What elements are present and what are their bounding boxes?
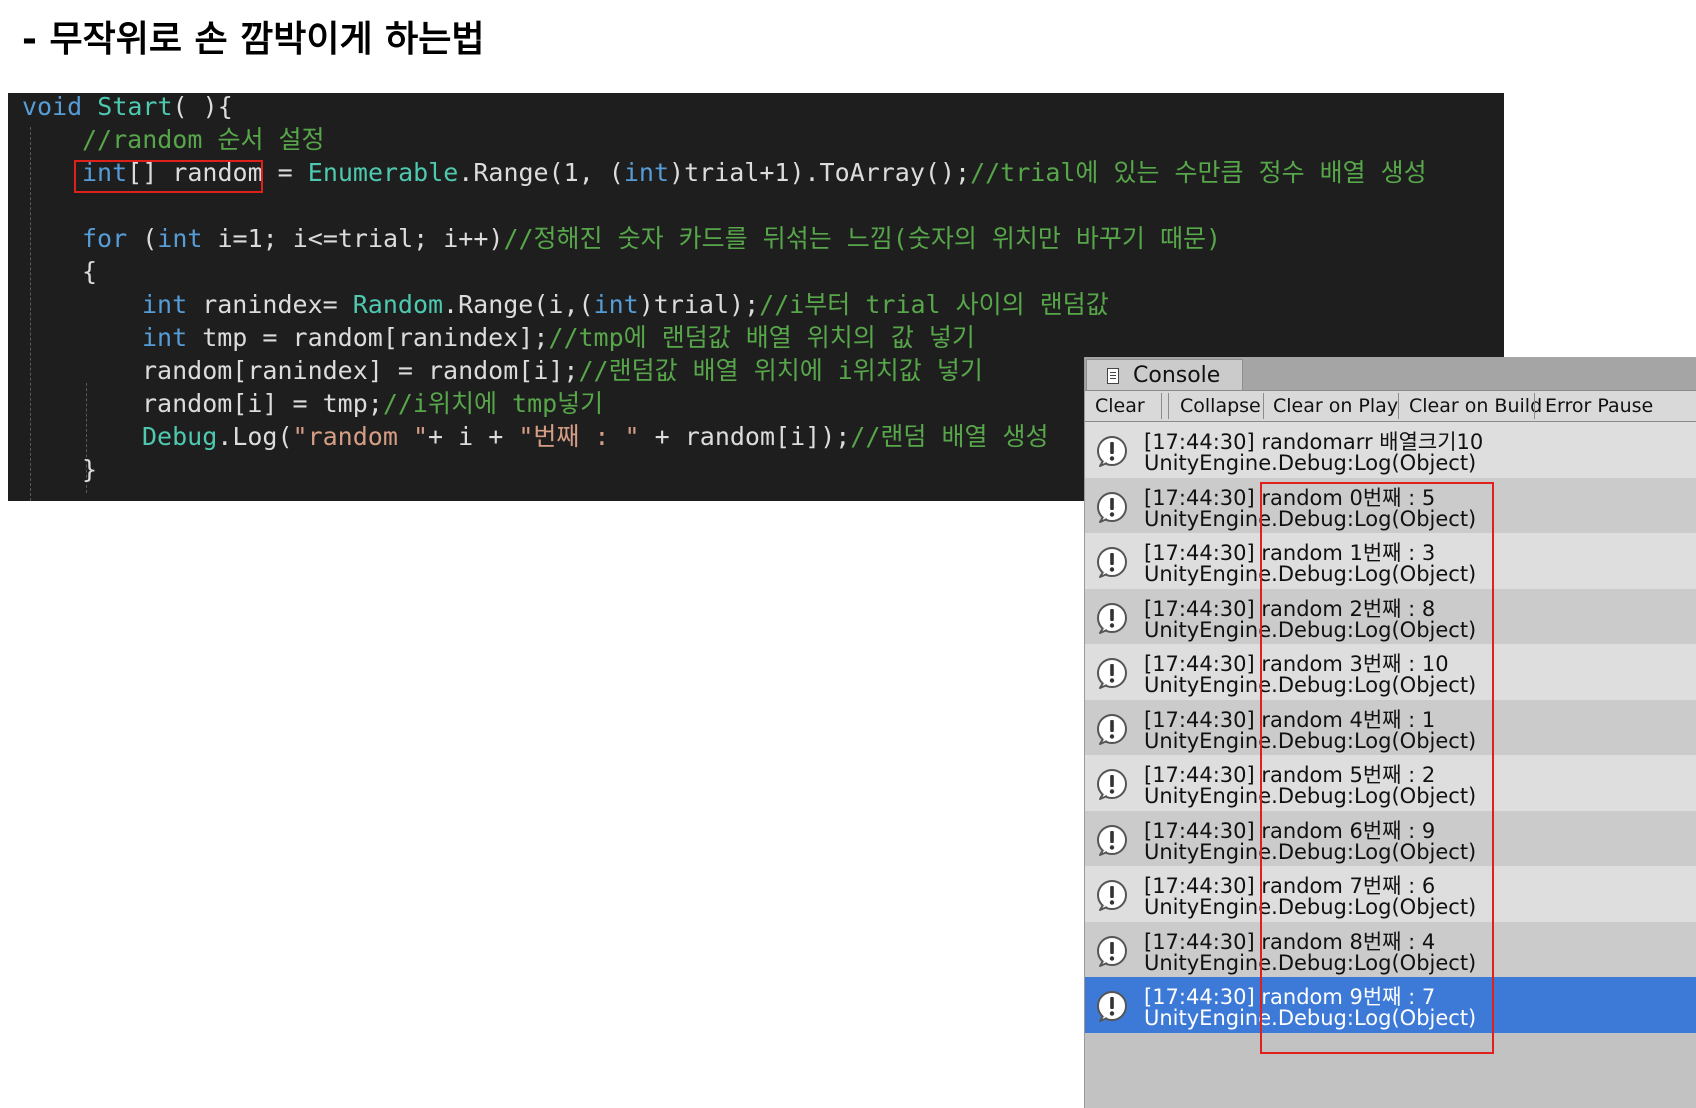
code-text: .Range(i,( (443, 290, 594, 319)
keyword: for (82, 224, 128, 253)
keyword: int (142, 290, 188, 319)
info-message-icon (1095, 656, 1129, 690)
info-message-icon (1095, 490, 1129, 524)
code-text: random[ranindex] = random[i]; (142, 356, 579, 385)
code-comment: //tmp에 랜덤값 배열 위치의 값 넣기 (548, 323, 975, 352)
code-comment: //trial에 있는 수만큼 정수 배열 생성 (970, 158, 1427, 187)
collapse-button[interactable]: Collapse (1170, 391, 1262, 421)
code-text: )trial+1).ToArray(); (669, 158, 971, 187)
code-line: int ranindex= Random.Range(i,(int)trial)… (142, 288, 1109, 321)
type-name: Random (352, 290, 444, 319)
info-message-icon (1095, 545, 1129, 579)
info-message-icon (1095, 434, 1129, 468)
type-name: Start (97, 93, 173, 121)
console-icon (1107, 368, 1119, 384)
code-text: )trial); (638, 290, 760, 319)
code-line: for (int i=1; i<=trial; i++)//정해진 숫자 카드를… (82, 222, 1221, 255)
log-stacktrace: UnityEngine.Debug:Log(Object) (1144, 451, 1477, 475)
code-line: void Start( ){ (22, 93, 233, 123)
code-line: Debug.Log("random "+ i + "번째 : " + rando… (142, 420, 1049, 453)
info-message-icon (1095, 878, 1129, 912)
console-tab-bar: Console (1085, 357, 1696, 390)
type-name: Debug (142, 422, 218, 451)
code-comment: //랜덤값 배열 위치에 i위치값 넣기 (578, 356, 983, 385)
log-entry[interactable]: [17:44:30] randomarr 배열크기10 UnityEngine.D… (1085, 422, 1696, 478)
clear-on-play-button[interactable]: Clear on Play (1263, 391, 1398, 421)
code-text: + i + (428, 422, 519, 451)
code-comment: //i부터 trial 사이의 랜덤값 (759, 290, 1109, 319)
code-text: tmp = random[ranindex]; (187, 323, 549, 352)
code-comment: //random 순서 설정 (82, 125, 325, 154)
code-line: //random 순서 설정 (82, 123, 325, 156)
info-message-icon (1095, 934, 1129, 968)
page-title: - 무작위로 손 깜박이게 하는법 (22, 19, 485, 60)
info-message-icon (1095, 989, 1129, 1023)
clear-on-build-button[interactable]: Clear on Build (1399, 391, 1542, 421)
info-message-icon (1095, 823, 1129, 857)
code-line: int tmp = random[ranindex];//tmp에 랜덤값 배열… (142, 321, 975, 354)
code-text: { (82, 257, 98, 286)
keyword: int (157, 224, 203, 253)
keyword: int (623, 158, 670, 187)
code-comment: //랜덤 배열 생성 (850, 422, 1049, 451)
toolbar-separator (1161, 393, 1162, 419)
highlight-box (74, 160, 263, 193)
toolbar-separator (1168, 393, 1169, 419)
code-text: ( ){ (172, 93, 233, 121)
keyword: int (593, 290, 639, 319)
error-pause-button[interactable]: Error Pause (1535, 391, 1696, 421)
code-text: random[i] = tmp; (142, 389, 383, 418)
code-line: int[] random = Enumerable.Range(1, (int)… (82, 156, 1427, 189)
keyword: int (142, 323, 188, 352)
code-text: = (262, 158, 308, 187)
code-text: .Range(1, ( (458, 158, 624, 187)
code-comment: //정해진 숫자 카드를 뒤섞는 느낌(숫자의 위치만 바꾸기 때문) (503, 224, 1222, 253)
indent-guide (30, 127, 31, 501)
code-line: } (82, 453, 97, 486)
code-text: + random[i]); (639, 422, 851, 451)
code-text: ( (127, 224, 158, 253)
console-toolbar: Clear Collapse Clear on Play Clear on Bu… (1085, 390, 1696, 422)
code-text: .Log( (217, 422, 293, 451)
string-literal: "random " (292, 422, 428, 451)
tab-label: Console (1133, 363, 1221, 388)
code-text: ranindex= (187, 290, 353, 319)
highlight-box (1260, 482, 1494, 1054)
code-comment: //i위치에 tmp넣기 (382, 389, 604, 418)
clear-button[interactable]: Clear (1085, 391, 1159, 421)
code-line: { (82, 255, 97, 288)
code-line: random[ranindex] = random[i];//랜덤값 배열 위치… (142, 354, 983, 387)
code-line: random[i] = tmp;//i위치에 tmp넣기 (142, 387, 603, 420)
type-name: Enumerable (307, 158, 459, 187)
keyword: void (22, 93, 83, 121)
string-literal: "번째 : " (518, 422, 640, 451)
info-message-icon (1095, 601, 1129, 635)
info-message-icon (1095, 712, 1129, 746)
tab-console[interactable]: Console (1086, 359, 1243, 390)
code-text: } (82, 455, 98, 484)
code-text: i=1; i<=trial; i++) (202, 224, 504, 253)
info-message-icon (1095, 767, 1129, 801)
